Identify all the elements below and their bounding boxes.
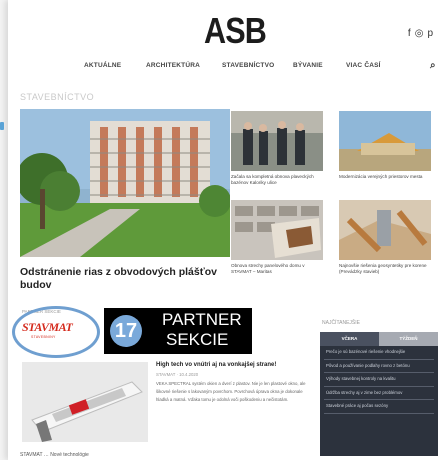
news-card[interactable]: Najnovšie riešenia geosyntetiky pre kore…: [339, 200, 431, 275]
card-image: [339, 111, 431, 171]
search-icon[interactable]: ⌕: [430, 60, 436, 71]
main-nav: AKTUÁLNE ARCHITEKTÚRA STAVEBNÍCTVO BÝVAN…: [8, 60, 441, 76]
sidebar-tabs: VČERA TÝŽDEŇ: [320, 332, 438, 346]
news-card[interactable]: Obnova strechy panelového domu v STAVMAT…: [231, 200, 323, 275]
tab-tyzden[interactable]: TÝŽDEŇ: [379, 332, 438, 346]
article-meta: STAVMAT · 10.4.2020: [156, 372, 199, 377]
sidebar-item[interactable]: Výhody stavebnej kontroly na kvalitu: [324, 373, 434, 387]
tab-vcera[interactable]: VČERA: [320, 332, 379, 346]
sidebar-item[interactable]: Stavebné práce aj počas sezóny: [324, 400, 434, 414]
card-text: Obnova strechy panelového domu v STAVMAT…: [231, 263, 305, 274]
step-badge: 17: [110, 315, 142, 347]
card-text: Najnovšie riešenia geosyntetiky pre kore…: [339, 263, 427, 274]
bottom-article-strip[interactable]: STAVMAT … Nové technológie: [20, 452, 89, 458]
nav-item-aktualne[interactable]: AKTUÁLNE: [84, 62, 121, 69]
nav-item-architektura[interactable]: ARCHITEKTÚRA: [146, 62, 200, 69]
instagram-icon[interactable]: ◎: [415, 28, 424, 39]
sidebar-item[interactable]: Údržba strechy aj v zime bez problémov: [324, 387, 434, 400]
nav-item-viac[interactable]: VIAC ČASÍ: [346, 62, 381, 69]
sidebar-item[interactable]: Prečo je sú bazénové riešenie vhodnejšie: [324, 346, 434, 360]
callout-line2: SEKCIE: [166, 330, 229, 349]
card-text: Modernizácia verejných priestorov mesta: [339, 174, 423, 179]
callout-line1: PARTNER: [162, 310, 242, 329]
news-card[interactable]: Modernizácia verejných priestorov mesta: [339, 111, 431, 180]
hero-title[interactable]: Odstránenie rias z obvodových plášťov bu…: [20, 266, 230, 292]
article-title[interactable]: High tech vo vnútri aj na vonkajšej stra…: [156, 362, 276, 368]
article-text: VEKA SPECTRAL systém okien a dverí z pla…: [156, 381, 306, 402]
partner-callout: 17 PARTNER SEKCIE: [104, 308, 252, 354]
page-frame: ASB f ◎ p AKTUÁLNE ARCHITEKTÚRA STAVEBNÍ…: [8, 0, 441, 460]
sidebar-item[interactable]: Pôvod a používanie podlahy rovno z betón…: [324, 360, 434, 373]
most-read-widget: VČERA TÝŽDEŇ Prečo je sú bazénové riešen…: [320, 332, 438, 456]
card-image: [339, 200, 431, 260]
pinterest-icon[interactable]: p: [427, 28, 433, 39]
nav-item-byvanie[interactable]: BÝVANIE: [293, 62, 323, 69]
social-icons: f ◎ p: [408, 28, 433, 39]
card-text: Začala sa kompletná obnova plaveckých ba…: [231, 174, 314, 185]
sidebar-heading: NAJČÍTANEJŠIE: [322, 320, 360, 326]
news-card[interactable]: Začala sa kompletná obnova plaveckých ba…: [231, 111, 323, 186]
section-title: STAVEBNÍCTVO: [20, 92, 95, 102]
site-logo[interactable]: ASB: [204, 10, 267, 52]
card-image: [231, 111, 323, 171]
hero-image[interactable]: [20, 109, 230, 257]
facebook-icon[interactable]: f: [408, 28, 411, 39]
highlight-ellipse: [12, 306, 100, 358]
nav-item-stavebnictvo[interactable]: STAVEBNÍCTVO: [222, 62, 274, 69]
card-image: [231, 200, 323, 260]
hero-photo: [20, 109, 230, 257]
side-tab-marker[interactable]: [0, 122, 4, 130]
article-image[interactable]: [22, 362, 148, 442]
